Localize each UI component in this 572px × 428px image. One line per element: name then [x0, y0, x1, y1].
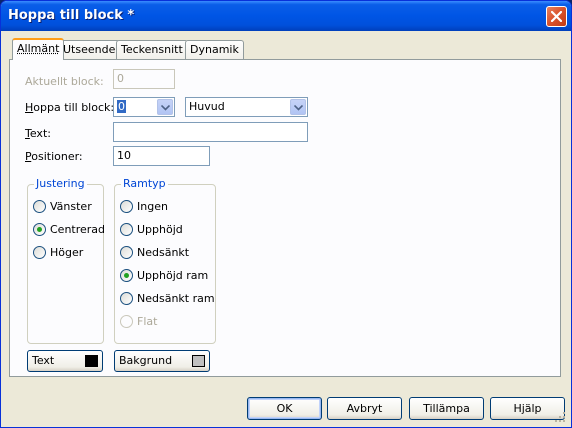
- tab-allmant[interactable]: Allmänt: [12, 38, 65, 60]
- radio-button: [120, 315, 133, 328]
- cancel-button[interactable]: Avbryt: [327, 397, 402, 420]
- current-block-field: 0: [113, 69, 175, 89]
- text-color-button[interactable]: Text: [27, 350, 103, 372]
- tab-panel-allmant: Aktuellt block: 0 Hoppa till block: 0 Hu…: [9, 59, 561, 377]
- chevron-down-icon: [161, 105, 170, 111]
- radio-label: Nedsänkt ram: [137, 292, 215, 305]
- jump-to-block-label-rest: oppa till block:: [33, 101, 115, 114]
- dialog-client: Allmänt Utseende Teckensnitt Dynamik Akt…: [4, 31, 568, 425]
- text-color-label: Text: [32, 354, 55, 367]
- tab-label: Dynamik: [190, 43, 239, 56]
- alignment-group-title: Justering: [34, 177, 87, 190]
- radio-button[interactable]: [33, 223, 46, 236]
- radio-label: Upphöjd ram: [137, 269, 209, 282]
- block-target-dropdown-button[interactable]: [290, 99, 306, 115]
- block-target-dropdown[interactable]: Huvud: [185, 97, 308, 117]
- alignment-group: Justering Vänster Centrerad Höger: [27, 177, 105, 344]
- radio-label: Vänster: [50, 200, 92, 213]
- current-block-label: Aktuellt block:: [25, 75, 104, 88]
- radio-frame-sunken[interactable]: Nedsänkt: [120, 245, 212, 261]
- tab-label: Utseende: [63, 43, 116, 56]
- block-number-dropdown[interactable]: 0: [113, 97, 175, 117]
- radio-button[interactable]: [120, 246, 133, 259]
- close-icon: [551, 11, 562, 22]
- block-target-value: Huvud: [189, 100, 225, 113]
- radio-label: Nedsänkt: [137, 246, 190, 259]
- apply-button[interactable]: Tillämpa: [409, 397, 484, 420]
- radio-button[interactable]: [120, 292, 133, 305]
- resize-grip-icon[interactable]: [554, 411, 566, 423]
- block-number-dropdown-button[interactable]: [157, 99, 173, 115]
- tab-label: Allmänt: [17, 42, 60, 55]
- radio-frame-raised[interactable]: Upphöjd: [120, 222, 212, 238]
- radio-label: Upphöjd: [137, 223, 183, 236]
- text-input[interactable]: [113, 122, 308, 142]
- radio-button[interactable]: [33, 246, 46, 259]
- background-color-button[interactable]: Bakgrund: [114, 350, 210, 372]
- radio-button[interactable]: [33, 200, 46, 213]
- radio-label: Höger: [50, 246, 84, 259]
- tab-utseende[interactable]: Utseende: [58, 40, 121, 59]
- radio-button[interactable]: [120, 269, 133, 282]
- radio-align-right[interactable]: Höger: [33, 245, 101, 261]
- dialog-window: Hoppa till block * Allmänt Utseende Teck…: [0, 0, 572, 428]
- radio-align-center[interactable]: Centrerad: [33, 222, 105, 238]
- text-label: Text:: [25, 127, 51, 140]
- radio-frame-sunken-border[interactable]: Nedsänkt ram: [120, 291, 215, 307]
- positions-input[interactable]: 10: [113, 146, 210, 166]
- tab-dynamik[interactable]: Dynamik: [185, 40, 244, 59]
- positions-label: Positioner:: [25, 150, 83, 163]
- ok-button[interactable]: OK: [247, 397, 322, 420]
- radio-button[interactable]: [120, 200, 133, 213]
- radio-label: Ingen: [137, 200, 168, 213]
- jump-to-block-label: Hoppa till block:: [25, 101, 115, 114]
- positions-value: 10: [117, 149, 131, 162]
- radio-button[interactable]: [120, 223, 133, 236]
- radio-frame-none[interactable]: Ingen: [120, 199, 212, 215]
- radio-label: Centrerad: [50, 223, 106, 236]
- chevron-down-icon: [294, 105, 303, 111]
- frame-type-group: Ramtyp Ingen Upphöjd Nedsänkt Upphöjd ra…: [114, 177, 216, 344]
- close-button[interactable]: [546, 6, 567, 27]
- tab-label: Teckensnitt: [121, 43, 183, 56]
- current-block-value: 0: [117, 72, 124, 85]
- title-bar[interactable]: Hoppa till block *: [1, 1, 571, 31]
- text-color-swatch: [85, 355, 98, 367]
- block-number-value: 0: [117, 100, 126, 113]
- window-title: Hoppa till block *: [8, 8, 135, 23]
- frame-type-group-title: Ramtyp: [121, 177, 168, 190]
- background-color-swatch: [192, 355, 205, 367]
- tab-teckensnitt[interactable]: Teckensnitt: [116, 40, 188, 59]
- radio-label: Flat: [137, 315, 158, 328]
- radio-frame-flat: Flat: [120, 314, 212, 330]
- radio-align-left[interactable]: Vänster: [33, 199, 101, 215]
- background-color-label: Bakgrund: [119, 354, 173, 367]
- radio-frame-raised-border[interactable]: Upphöjd ram: [120, 268, 212, 284]
